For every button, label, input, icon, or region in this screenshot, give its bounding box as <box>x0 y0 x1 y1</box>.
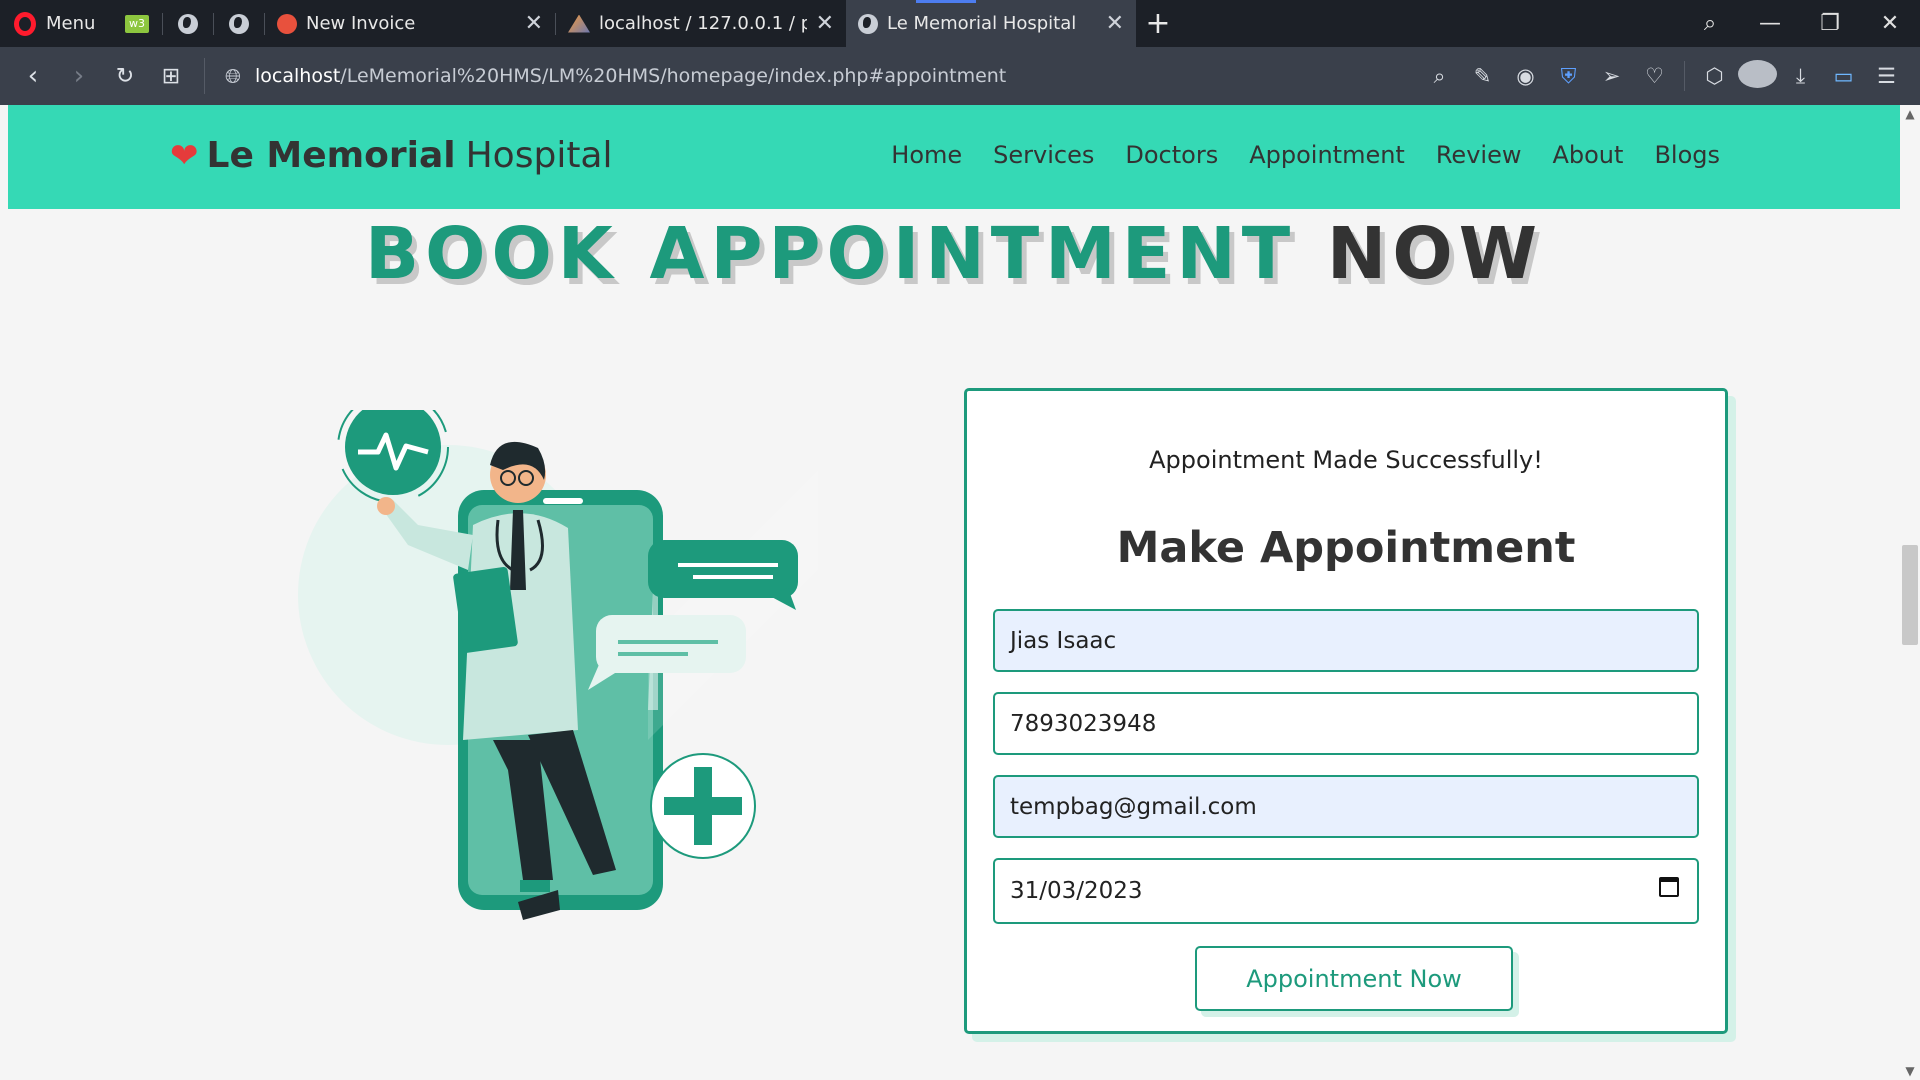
nav-appointment[interactable]: Appointment <box>1249 141 1405 169</box>
tab-le-memorial-hospital[interactable]: Le Memorial Hospital ✕ <box>846 0 1136 47</box>
logo-text-light: Hospital <box>465 135 613 176</box>
site-info-globe-icon[interactable]: 🌐︎ <box>225 64 241 88</box>
browser-tab-bar: Menu w3 New Invoice ✕ localhost / 127.0.… <box>0 0 1920 47</box>
pinned-tab-w3[interactable]: w3 <box>112 0 162 47</box>
send-icon[interactable]: ➢ <box>1592 64 1631 88</box>
close-tab-icon[interactable]: ✕ <box>1106 11 1124 36</box>
globe-icon <box>858 13 878 34</box>
tab-new-invoice[interactable]: New Invoice ✕ <box>265 0 555 47</box>
nav-doctors[interactable]: Doctors <box>1125 141 1218 169</box>
nav-review[interactable]: Review <box>1436 141 1522 169</box>
pinned-tab-1[interactable] <box>163 0 213 47</box>
url-host: localhost <box>255 65 341 87</box>
globe-icon <box>229 13 249 34</box>
nav-about[interactable]: About <box>1552 141 1623 169</box>
nav-blogs[interactable]: Blogs <box>1654 141 1720 169</box>
page-scrollbar[interactable]: ▲ ▼ <box>1900 105 1920 1080</box>
edit-page-icon[interactable]: ✎ <box>1463 64 1502 88</box>
reload-icon[interactable]: ↻ <box>102 64 148 89</box>
pinned-tab-2[interactable] <box>214 0 264 47</box>
calendar-icon[interactable] <box>1659 877 1679 897</box>
tab-phpmyadmin[interactable]: localhost / 127.0.0.1 / pharr ✕ <box>556 0 846 47</box>
date-input[interactable]: 31/03/2023 <box>993 858 1699 924</box>
snapshot-icon[interactable]: ◉ <box>1506 64 1545 88</box>
web-page: ❤ Le Memorial Hospital Home Services Doc… <box>8 105 1900 1080</box>
back-icon[interactable]: ‹ <box>10 61 56 91</box>
extensions-cube-icon[interactable]: ⬡ <box>1695 64 1734 88</box>
nav-services[interactable]: Services <box>993 141 1094 169</box>
search-tabs-icon[interactable]: ⌕ <box>1680 11 1740 36</box>
easy-setup-icon[interactable]: ☰ <box>1867 64 1906 88</box>
section-heading-main: BOOK APPOINTMENT <box>364 212 1297 295</box>
phone-input[interactable]: 7893023948 <box>993 692 1699 755</box>
email-input[interactable]: tempbag@gmail.com <box>993 775 1699 838</box>
tab-title: Le Memorial Hospital <box>887 13 1077 34</box>
restore-icon[interactable]: ❐ <box>1800 11 1860 36</box>
main-nav: Home Services Doctors Appointment Review… <box>891 141 1720 169</box>
url-path: /LeMemorial%20HMS/LM%20HMS/homepage/inde… <box>340 65 1007 87</box>
success-message: Appointment Made Successfully! <box>1149 446 1543 474</box>
opera-menu-button[interactable]: Menu <box>0 0 112 47</box>
url-field[interactable]: 🌐︎ localhost/LeMemorial%20HMS/LM%20HMS/h… <box>215 64 1420 88</box>
section-heading-accent: NOW <box>1326 212 1544 295</box>
tab-grid-icon[interactable]: ⊞ <box>148 64 194 89</box>
minimize-icon[interactable]: — <box>1740 11 1800 36</box>
scroll-down-arrow-icon[interactable]: ▼ <box>1900 1064 1920 1078</box>
form-heading: Make Appointment <box>1116 523 1576 573</box>
close-tab-icon[interactable]: ✕ <box>525 11 543 36</box>
tab-title: New Invoice <box>306 13 416 34</box>
name-input[interactable]: Jias Isaac <box>993 609 1699 672</box>
nav-home[interactable]: Home <box>891 141 962 169</box>
globe-icon <box>178 13 198 34</box>
close-tab-icon[interactable]: ✕ <box>816 11 834 36</box>
battery-saver-icon[interactable]: ▭ <box>1824 64 1863 88</box>
invoice-favicon-icon <box>277 13 297 34</box>
phpmyadmin-favicon-icon <box>568 14 590 33</box>
logo-text-bold: Le Memorial <box>206 135 456 176</box>
w3-icon: w3 <box>125 14 149 33</box>
menu-label: Menu <box>46 13 96 34</box>
opera-logo-icon <box>14 11 36 36</box>
download-icon[interactable]: ⤓ <box>1781 64 1820 89</box>
adblock-shield-icon[interactable]: ⛨ <box>1549 64 1588 89</box>
section-heading: BOOK APPOINTMENT NOW <box>8 212 1900 295</box>
bookmark-heart-icon[interactable]: ♡ <box>1635 64 1674 88</box>
site-logo[interactable]: ❤ Le Memorial Hospital <box>170 135 613 176</box>
appointment-form: Appointment Made Successfully! Make Appo… <box>964 388 1728 1034</box>
forward-icon[interactable]: › <box>56 61 102 91</box>
appointment-submit-button[interactable]: Appointment Now <box>1195 946 1513 1011</box>
site-header: ❤ Le Memorial Hospital Home Services Doc… <box>8 105 1900 209</box>
new-tab-button[interactable]: + <box>1136 6 1180 41</box>
close-window-icon[interactable]: ✕ <box>1860 11 1920 36</box>
heart-pulse-icon: ❤ <box>170 135 199 176</box>
scroll-up-arrow-icon[interactable]: ▲ <box>1900 107 1920 121</box>
scrollbar-thumb[interactable] <box>1902 545 1918 645</box>
address-bar: ‹ › ↻ ⊞ 🌐︎ localhost/LeMemorial%20HMS/LM… <box>0 47 1920 105</box>
zoom-icon[interactable]: ⌕ <box>1420 64 1459 89</box>
doctor-illustration <box>298 410 818 920</box>
date-value: 31/03/2023 <box>1010 878 1143 904</box>
profile-avatar-icon[interactable] <box>1738 59 1777 93</box>
tab-title: localhost / 127.0.0.1 / pharr <box>599 13 807 34</box>
